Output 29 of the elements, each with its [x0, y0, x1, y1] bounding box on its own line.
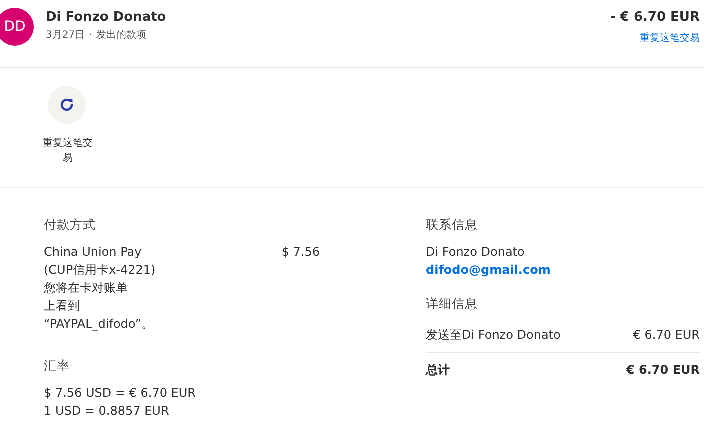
section-heading: 联系信息	[426, 216, 479, 234]
payment-amount: $ 7.56	[282, 244, 320, 261]
repeat-link[interactable]: 重复这笔交易	[640, 32, 700, 44]
separator-dot: ·	[89, 28, 92, 42]
detail-label: 发送至Di Fonzo Donato	[426, 326, 561, 344]
section-heading: 汇率	[44, 356, 71, 375]
exchange-rate-text: 1 USD = 0.8857 EUR	[44, 402, 170, 420]
repeat-button[interactable]	[48, 86, 86, 124]
action-label: 重复这笔交	[42, 136, 94, 151]
detail-value: € 6.70 EUR	[626, 362, 700, 378]
payment-method-text: (CUP信用卡x-4221)	[44, 262, 157, 279]
payment-method-text: 您将在卡对账单	[44, 280, 129, 297]
refresh-icon	[59, 97, 75, 113]
exchange-rate-text: $ 7.56 USD = € 6.70 EUR	[44, 384, 197, 402]
payment-method-text: 上看到	[44, 298, 81, 315]
avatar: DD	[0, 8, 34, 46]
payment-method-text: “PAYPAL_difodo”。	[44, 316, 155, 333]
action-label: 易	[62, 152, 74, 166]
contact-email: difodo@gmail.com	[426, 262, 552, 279]
detail-label: 总计	[426, 362, 450, 378]
payee-name: Di Fonzo Donato	[46, 9, 166, 27]
contact-name: Di Fonzo Donato	[426, 244, 526, 261]
section-heading: 详细信息	[426, 294, 479, 313]
transaction-date: 3月27日	[46, 28, 86, 42]
detail-value: € 6.70 EUR	[633, 326, 700, 344]
payment-method-text: China Union Pay	[44, 244, 143, 261]
transaction-type: 发出的款项	[96, 28, 146, 42]
section-heading: 付款方式	[44, 216, 97, 234]
transaction-amount: - € 6.70 EUR	[610, 9, 700, 27]
